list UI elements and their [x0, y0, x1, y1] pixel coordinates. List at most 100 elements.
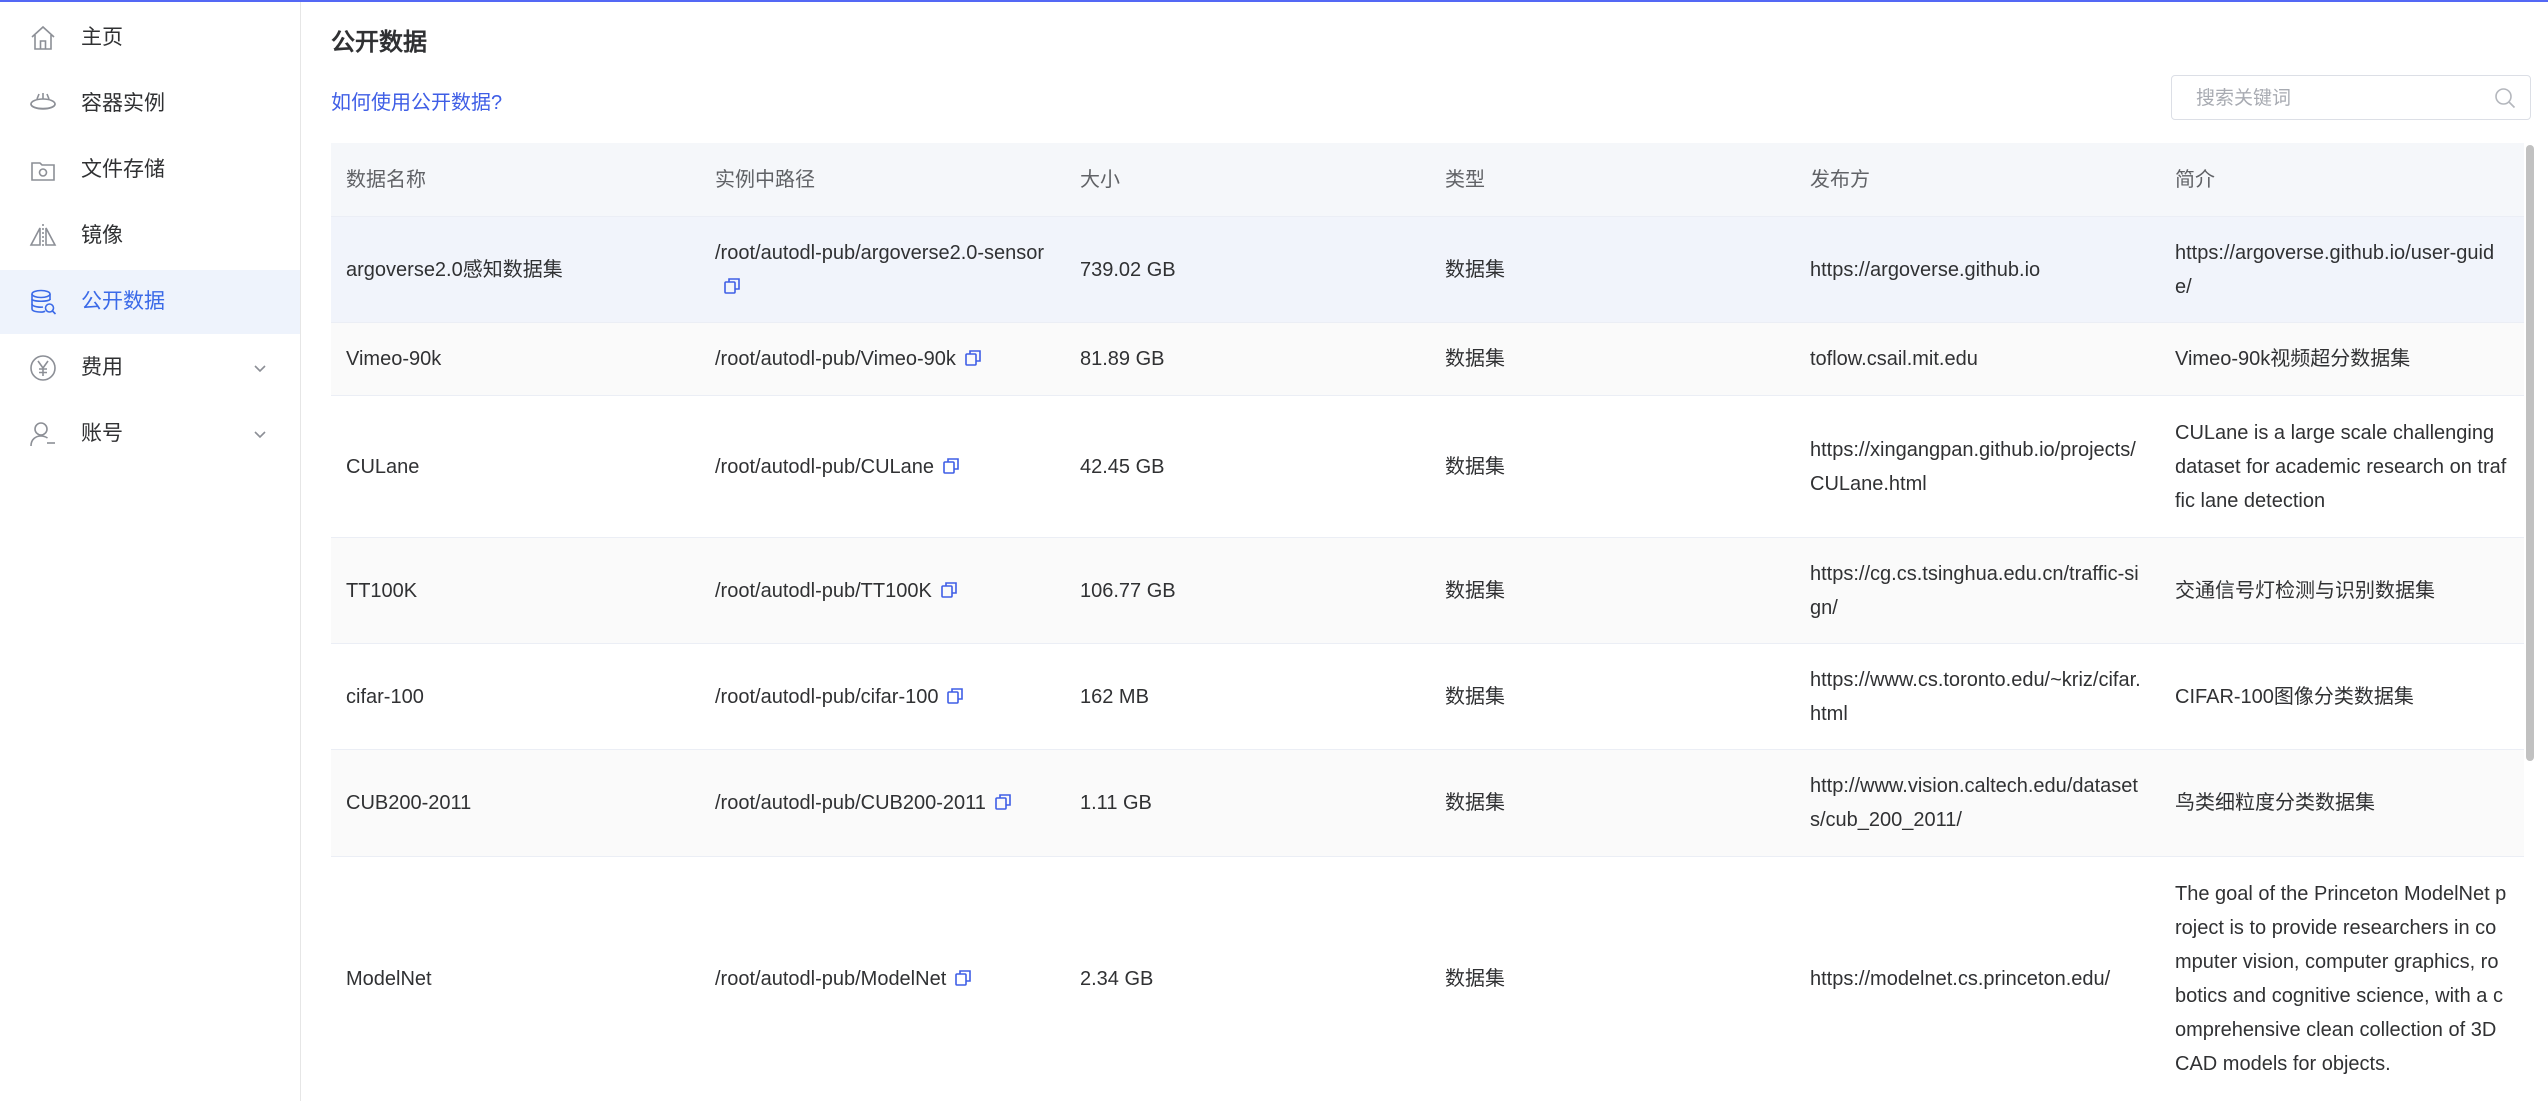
cell-size: 81.89 GB: [1065, 322, 1430, 396]
search-input[interactable]: [2194, 76, 2478, 121]
table-row[interactable]: CULane/root/autodl-pub/CULane 42.45 GB 数据集…: [331, 395, 2524, 538]
cell-description: The goal of the Princeton ModelNet proje…: [2160, 856, 2524, 1101]
copy-icon[interactable]: [946, 687, 964, 705]
cell-type: 数据集: [1430, 216, 1795, 323]
sidebar-item-label: 容器实例: [81, 92, 165, 115]
copy-icon[interactable]: [723, 277, 741, 295]
copy-icon[interactable]: [940, 581, 958, 599]
cell-path-text: /root/autodl-pub/cifar-100: [715, 685, 939, 708]
column-header-path[interactable]: 实例中路径: [700, 143, 1065, 217]
top-accent-line: [0, 0, 2548, 2]
cell-path-text: /root/autodl-pub/ModelNet: [715, 968, 947, 990]
cell-publisher: https://xingangpan.github.io/projects/CU…: [1795, 395, 2160, 538]
cell-type-text: 数据集: [1445, 348, 1505, 370]
copy-icon[interactable]: [994, 793, 1012, 811]
search-box: [2171, 75, 2531, 121]
cell-description: Vimeo-90k视频超分数据集: [2160, 322, 2524, 396]
cell-name-text: TT100K: [346, 579, 418, 602]
table-row[interactable]: ModelNet/root/autodl-pub/ModelNet 2.34 GB…: [331, 856, 2524, 1101]
cell-name: CULane: [331, 395, 700, 538]
cell-description-text: Vimeo-90k视频超分数据集: [2175, 348, 2411, 370]
copy-icon[interactable]: [964, 349, 982, 367]
page-title: 公开数据: [331, 29, 427, 56]
cell-name: ModelNet: [331, 856, 700, 1101]
cell-description: 鸟类细粒度分类数据集: [2160, 749, 2524, 857]
yen-circle-icon: [30, 355, 56, 381]
cell-publisher: https://cg.cs.tsinghua.edu.cn/traffic-si…: [1795, 537, 2160, 644]
cell-publisher-text: https://xingangpan.github.io/projects/CU…: [1810, 438, 2136, 495]
cell-publisher-text: https://www.cs.toronto.edu/~kriz/cifar.h…: [1810, 668, 2141, 725]
cell-path: /root/autodl-pub/CULane: [700, 395, 1065, 538]
cell-type-text: 数据集: [1445, 792, 1505, 814]
cell-size: 1.11 GB: [1065, 749, 1430, 857]
cell-name: CUB200-2011: [331, 749, 700, 857]
cell-size: 2.34 GB: [1065, 856, 1430, 1101]
cell-size: 42.45 GB: [1065, 395, 1430, 538]
column-header-type[interactable]: 类型: [1430, 143, 1795, 217]
search-icon[interactable]: [2494, 87, 2516, 109]
table-scrollbar-thumb[interactable]: [2526, 145, 2534, 761]
cell-path: /root/autodl-pub/Vimeo-90k: [700, 322, 1065, 396]
copy-icon[interactable]: [942, 457, 960, 475]
sidebar-item-home[interactable]: 主页: [0, 6, 300, 70]
sidebar-item-account[interactable]: 账号: [0, 402, 300, 466]
cell-type-text: 数据集: [1445, 455, 1505, 478]
cell-type-text: 数据集: [1445, 968, 1505, 990]
cell-path: /root/autodl-pub/CUB200-2011: [700, 749, 1065, 857]
cell-publisher-text: toflow.csail.mit.edu: [1810, 348, 1978, 370]
cell-publisher: https://modelnet.cs.princeton.edu/: [1795, 856, 2160, 1101]
sidebar-item-billing[interactable]: 费用: [0, 336, 300, 400]
table-row[interactable]: Vimeo-90k/root/autodl-pub/Vimeo-90k 81.89…: [331, 322, 2524, 396]
sidebar-item-file-storage[interactable]: 文件存储: [0, 138, 300, 202]
cell-path: /root/autodl-pub/cifar-100: [700, 643, 1065, 750]
cell-type-text: 数据集: [1445, 258, 1505, 281]
cell-type-text: 数据集: [1445, 685, 1505, 708]
cell-name-text: CULane: [346, 455, 420, 478]
cell-description-text: The goal of the Princeton ModelNet proje…: [2175, 883, 2507, 1075]
cell-description-text: https://argoverse.github.io/user-guide/: [2175, 241, 2495, 298]
cell-publisher-text: http://www.vision.caltech.edu/datasets/c…: [1810, 775, 2138, 831]
sidebar-item-images[interactable]: 镜像: [0, 204, 300, 268]
column-header-name[interactable]: 数据名称: [331, 143, 700, 217]
column-header-description[interactable]: 简介: [2160, 143, 2524, 217]
cell-publisher: https://argoverse.github.io: [1795, 216, 2160, 323]
copy-icon[interactable]: [954, 969, 972, 987]
cell-description-text: CIFAR-100图像分类数据集: [2175, 685, 2414, 708]
cell-description: CULane is a large scale challenging data…: [2160, 395, 2524, 538]
sidebar-item-container-instances[interactable]: 容器实例: [0, 72, 300, 136]
cell-size-text: 2.34 GB: [1080, 968, 1154, 990]
cell-publisher: http://www.vision.caltech.edu/datasets/c…: [1795, 749, 2160, 857]
cell-path-text: /root/autodl-pub/TT100K: [715, 579, 932, 602]
table-row[interactable]: CUB200-2011/root/autodl-pub/CUB200-2011 1…: [331, 749, 2524, 857]
cell-publisher: https://www.cs.toronto.edu/~kriz/cifar.h…: [1795, 643, 2160, 750]
column-header-publisher[interactable]: 发布方: [1795, 143, 2160, 217]
cell-name-text: CUB200-2011: [346, 792, 472, 814]
cell-description: 交通信号灯检测与识别数据集: [2160, 537, 2524, 644]
cell-publisher: toflow.csail.mit.edu: [1795, 322, 2160, 396]
help-link[interactable]: 如何使用公开数据?: [331, 86, 502, 115]
table-row[interactable]: cifar-100/root/autodl-pub/cifar-100 162 M…: [331, 643, 2524, 750]
cell-name: argoverse2.0感知数据集: [331, 216, 700, 323]
column-header-size[interactable]: 大小: [1065, 143, 1430, 217]
cell-type: 数据集: [1430, 643, 1795, 750]
chevron-down-icon: [254, 431, 266, 439]
table-row[interactable]: argoverse2.0感知数据集/root/autodl-pub/argove…: [331, 216, 2524, 323]
cell-path: /root/autodl-pub/ModelNet: [700, 856, 1065, 1101]
table-row[interactable]: TT100K/root/autodl-pub/TT100K 106.77 GB 数据…: [331, 537, 2524, 644]
cell-description: https://argoverse.github.io/user-guide/: [2160, 216, 2524, 323]
cell-name-text: argoverse2.0感知数据集: [346, 258, 563, 281]
cell-description: CIFAR-100图像分类数据集: [2160, 643, 2524, 750]
sidebar-item-public-data[interactable]: 公开数据: [0, 270, 300, 334]
cell-size-text: 42.45 GB: [1080, 455, 1165, 478]
cell-name: Vimeo-90k: [331, 322, 700, 396]
cell-name: cifar-100: [331, 643, 700, 750]
sidebar-item-label: 文件存储: [81, 158, 165, 181]
cell-description-text: 鸟类细粒度分类数据集: [2175, 792, 2375, 814]
cell-size: 106.77 GB: [1065, 537, 1430, 644]
sidebar-item-label: 镜像: [81, 224, 123, 247]
cell-path: /root/autodl-pub/argoverse2.0-sensor: [700, 216, 1065, 323]
cell-type: 数据集: [1430, 749, 1795, 857]
cell-size-text: 106.77 GB: [1080, 579, 1176, 602]
cell-publisher-text: https://modelnet.cs.princeton.edu/: [1810, 968, 2111, 990]
cell-path: /root/autodl-pub/TT100K: [700, 537, 1065, 644]
